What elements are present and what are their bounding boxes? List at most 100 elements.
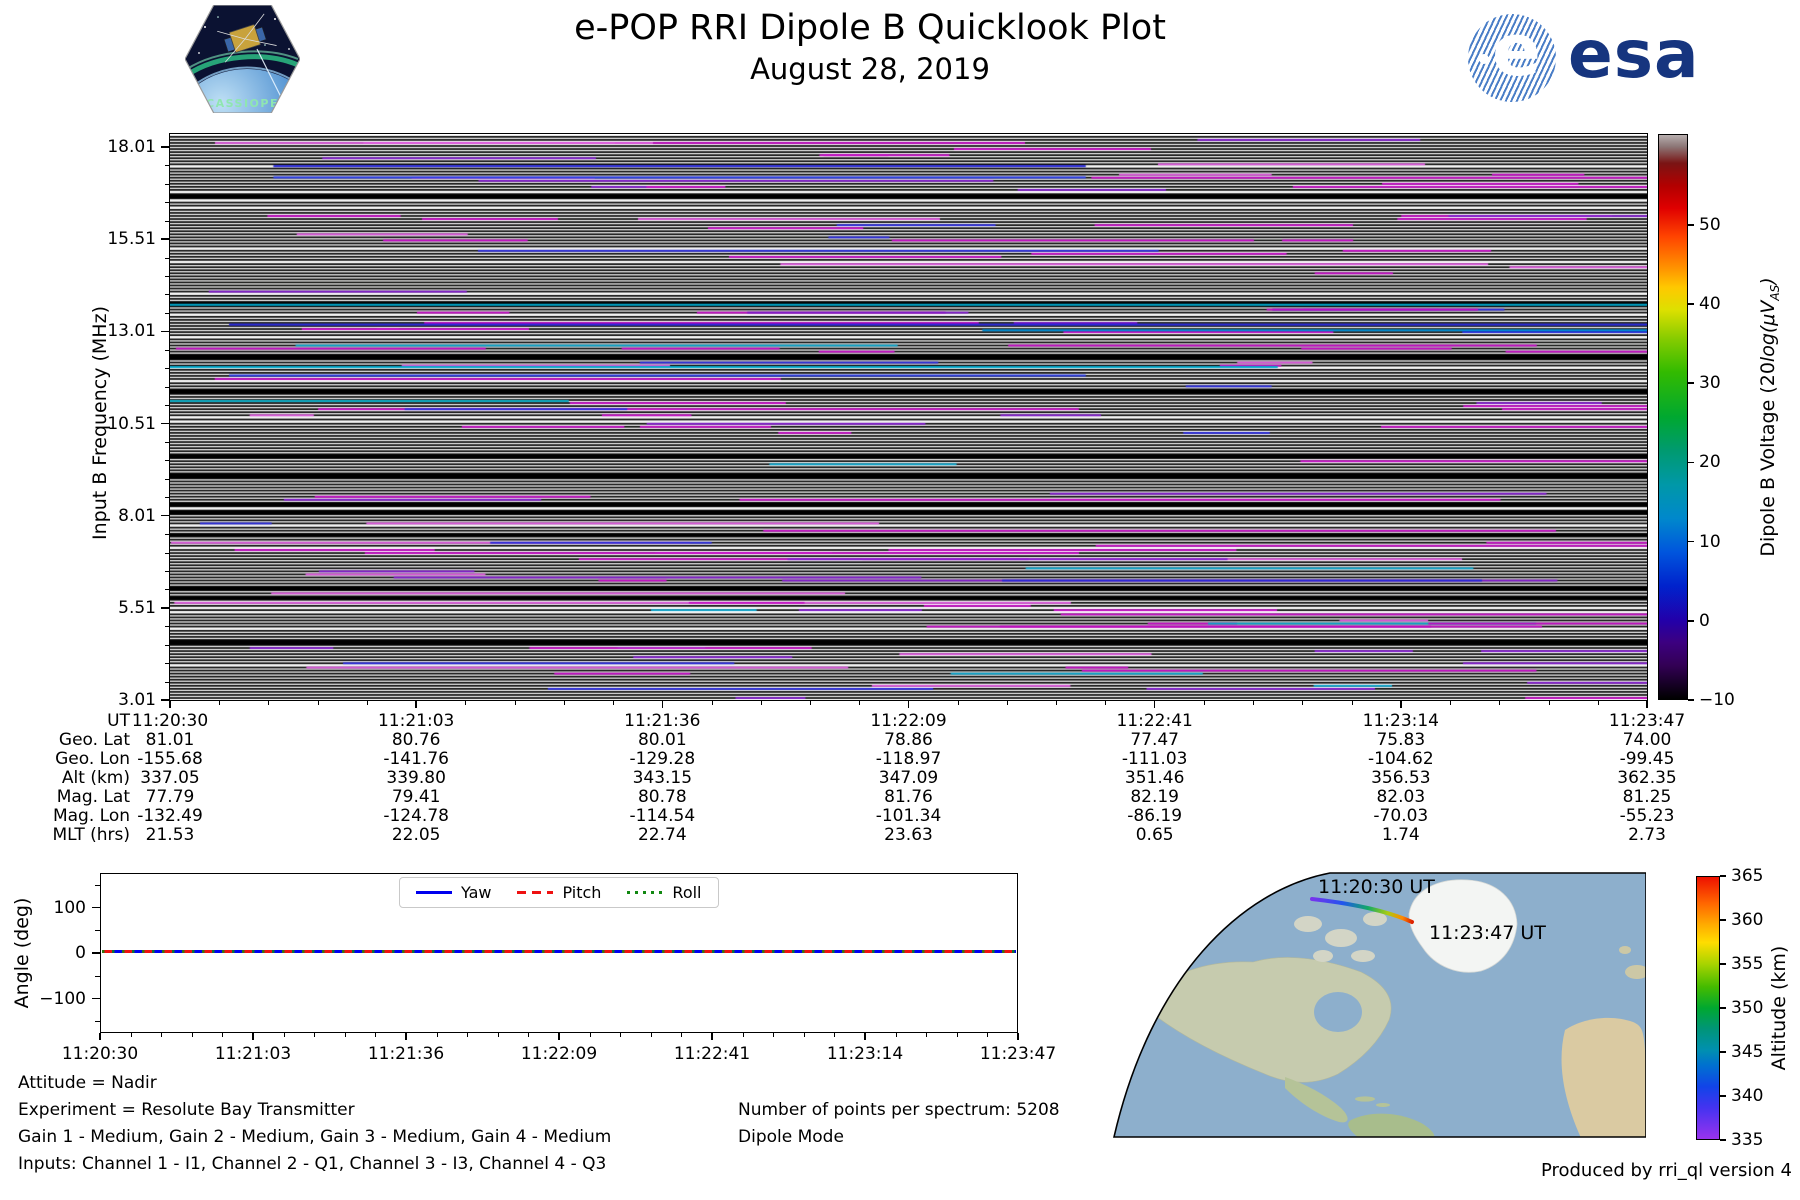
time-minor-tick: [760, 700, 762, 705]
angle-time-tick-label: 11:22:41: [673, 1044, 751, 1064]
map-arctic-island: [1313, 950, 1333, 962]
voltage-colorbar-tick: [1688, 620, 1694, 622]
frequency-minor-tick: [165, 183, 170, 185]
map-caribbean-island: [1355, 1096, 1375, 1102]
angle-time-minor-tick: [650, 1033, 652, 1037]
angle-time-minor-tick: [161, 1033, 163, 1037]
ephemeris-value: -132.49: [137, 806, 203, 826]
altitude-colorbar-tick-label: 350: [1731, 998, 1764, 1018]
frequency-minor-tick: [165, 663, 170, 665]
frequency-minor-tick: [165, 644, 170, 646]
frequency-minor-tick: [165, 368, 170, 370]
ephemeris-value: 80.76: [391, 730, 441, 750]
frequency-minor-tick: [165, 552, 170, 554]
frequency-minor-tick: [165, 220, 170, 222]
angle-minor-tick: [95, 930, 100, 932]
frequency-minor-tick: [165, 497, 170, 499]
frequency-minor-tick: [165, 386, 170, 388]
ephemeris-value: 81.01: [145, 730, 195, 750]
angle-time-tick: [864, 1033, 866, 1040]
angle-time-minor-tick: [467, 1033, 469, 1037]
time-minor-tick: [1056, 700, 1058, 705]
ephemeris-value: 337.05: [140, 768, 200, 788]
yaw-line-sample: [416, 891, 452, 894]
ephemeris-value: 11:23:14: [1362, 711, 1439, 731]
angle-tick-label: 0: [75, 943, 86, 963]
esa-logo: e esa: [1468, 12, 1718, 104]
ephemeris-value: 77.79: [145, 787, 195, 807]
voltage-colorbar-tick-label: 0: [1699, 610, 1710, 631]
ephemeris-value: 356.53: [1371, 768, 1431, 788]
angle-time-minor-tick: [681, 1033, 683, 1037]
angle-tick: [92, 997, 100, 1000]
angle-time-tick-label: 11:23:47: [979, 1044, 1057, 1064]
time-minor-tick: [859, 700, 861, 705]
altitude-colorbar-tick-label: 360: [1731, 910, 1764, 930]
angle-time-minor-tick: [742, 1033, 744, 1037]
angle-time-tick: [558, 1033, 560, 1040]
cassiope-mission-patch-logo: CASSIOPE: [185, 5, 300, 113]
angle-time-minor-tick: [589, 1033, 591, 1037]
frequency-tick-label: 13.01: [107, 321, 156, 342]
time-minor-tick: [268, 700, 270, 705]
page-date: August 28, 2019: [750, 52, 990, 86]
ephemeris-value: 23.63: [884, 825, 933, 845]
frequency-tick: [161, 146, 170, 148]
angle-time-tick: [1017, 1033, 1019, 1040]
map-hudson-bay: [1314, 992, 1362, 1032]
altitude-colorbar-tick-label: 335: [1731, 1130, 1764, 1150]
frequency-minor-tick: [165, 589, 170, 591]
voltage-colorbar-tick: [1688, 461, 1694, 464]
angle-time-tick-label: 11:20:30: [61, 1044, 139, 1064]
angle-time-minor-tick: [895, 1033, 897, 1037]
time-tick: [661, 700, 664, 708]
time-minor-tick: [1302, 700, 1304, 705]
angle-time-tick-label: 11:22:09: [520, 1044, 598, 1064]
voltage-colorbar-tick-label: 30: [1699, 373, 1721, 394]
angle-time-minor-tick: [956, 1033, 958, 1037]
esa-logo-e-glyph: e: [1492, 14, 1541, 92]
ephemeris-value: 22.74: [637, 825, 687, 845]
legend-label-pitch: Pitch: [562, 883, 602, 902]
map-arctic-island: [1294, 916, 1322, 932]
ephemeris-value: 11:21:03: [377, 711, 455, 731]
ephemeris-value: -141.76: [383, 749, 449, 769]
angle-time-tick-label: 11:21:36: [367, 1044, 445, 1064]
voltage-colorbar-tick-label: 50: [1699, 214, 1721, 235]
ephemeris-value: 11:20:30: [131, 711, 209, 731]
ephemeris-value: 74.00: [1622, 730, 1672, 750]
time-minor-tick: [1499, 700, 1501, 705]
frequency-minor-tick: [165, 460, 170, 462]
patch-cassiope-label: CASSIOPE: [206, 97, 279, 110]
angle-time-minor-tick: [222, 1033, 224, 1037]
ephemeris-value: 2.73: [1628, 825, 1666, 845]
altitude-colorbar-tick: [1720, 1051, 1726, 1053]
voltage-colorbar-tick: [1688, 382, 1694, 384]
ephemeris-value: -86.19: [1127, 806, 1183, 826]
time-minor-tick: [1597, 700, 1599, 705]
ephemeris-value: -129.28: [629, 749, 696, 769]
produced-by-note: Produced by rri_ql version 4: [1540, 1160, 1792, 1181]
altitude-colorbar-tick: [1720, 1095, 1726, 1097]
voltage-colorbar-tick-label: 20: [1699, 452, 1721, 473]
ephemeris-value: -111.03: [1121, 749, 1188, 769]
frequency-tick-label: 15.51: [107, 229, 156, 250]
ephemeris-value: 21.53: [145, 825, 195, 845]
frequency-tick-label: 10.51: [107, 413, 156, 434]
altitude-colorbar-label: Altitude (km): [1768, 945, 1790, 1071]
angle-time-minor-tick: [803, 1033, 805, 1037]
time-minor-tick: [1548, 700, 1550, 705]
map-arctic-island: [1351, 950, 1375, 962]
time-minor-tick: [1006, 700, 1008, 705]
frequency-minor-tick: [165, 257, 170, 259]
frequency-minor-tick: [165, 294, 170, 296]
altitude-colorbar-tick-label: 365: [1731, 866, 1764, 886]
angle-time-tick: [405, 1033, 407, 1040]
ephemeris-value: -104.62: [1368, 749, 1434, 769]
quicklook-page: CASSIOPE e-POP RRI Dipole B Quicklook Pl…: [0, 0, 1800, 1200]
angle-tick-label: 100: [53, 897, 86, 918]
altitude-colorbar-tick: [1720, 875, 1726, 877]
time-minor-tick: [1105, 700, 1107, 705]
frequency-tick: [161, 422, 170, 425]
angle-time-minor-tick: [528, 1033, 530, 1037]
